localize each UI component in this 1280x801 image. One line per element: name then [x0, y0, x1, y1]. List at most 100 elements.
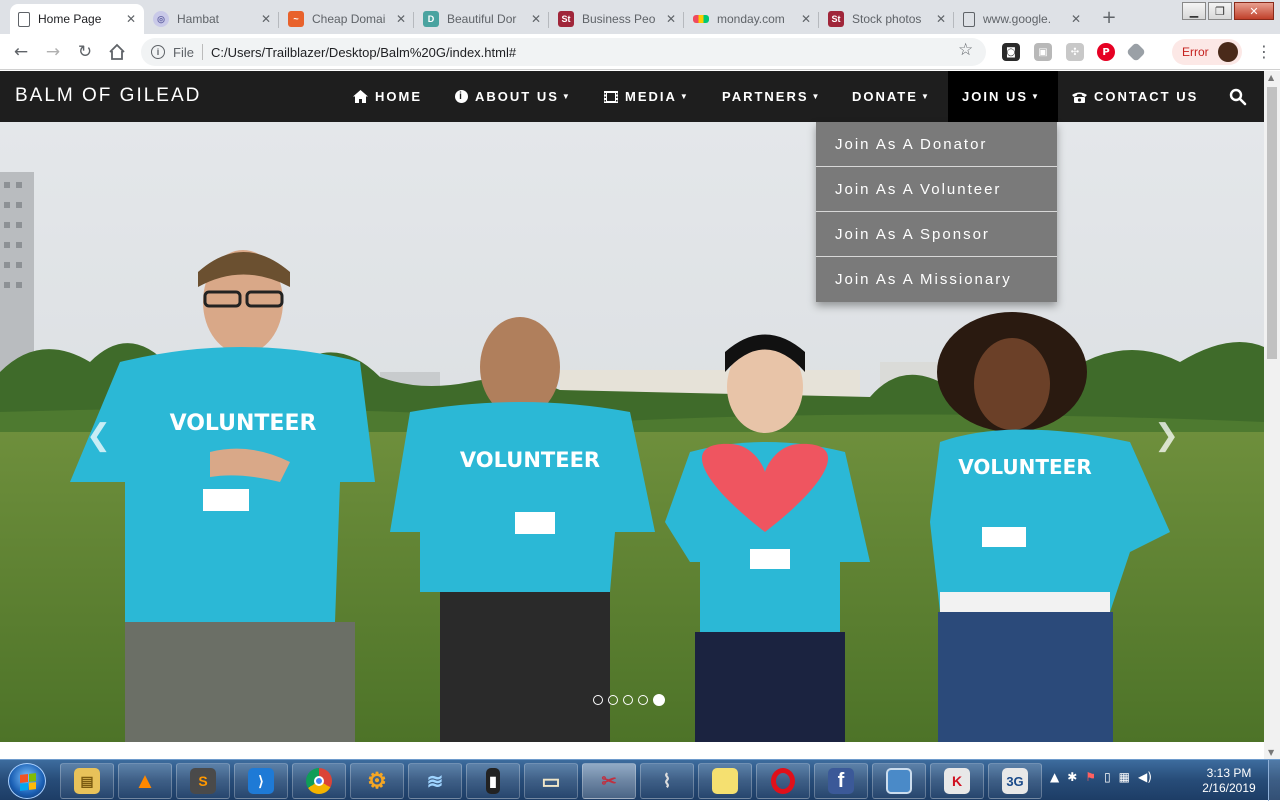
browser-menu-icon[interactable]: ⋮ [1256, 42, 1272, 61]
dropdown-item-sponsor[interactable]: Join As A Sponsor [816, 212, 1057, 257]
home-button[interactable] [106, 41, 128, 63]
scroll-up-icon[interactable]: ▲ [1268, 73, 1274, 82]
taskbar-vscode[interactable]: ⟩ [234, 763, 288, 799]
avatar [1218, 42, 1238, 62]
browser-tab-stock-photos[interactable]: St Stock photos ✕ [820, 4, 954, 34]
close-window-button[interactable]: ✕ [1234, 2, 1274, 20]
device-icon[interactable]: ▯ [1104, 770, 1111, 784]
carousel-next-arrow[interactable]: ❯ [1154, 418, 1179, 453]
carousel-dot-3[interactable] [623, 695, 633, 705]
new-tab-button[interactable]: + [1096, 6, 1122, 28]
site-info-icon[interactable]: i [151, 45, 165, 59]
extension-diamond-icon[interactable] [1126, 42, 1146, 62]
sticky-notes-icon [712, 768, 738, 794]
nav-label: JOIN US [962, 89, 1029, 104]
close-tab-icon[interactable]: ✕ [261, 12, 271, 26]
dropdown-item-missionary[interactable]: Join As A Missionary [816, 257, 1057, 302]
taskbar-wings[interactable]: ≋ [408, 763, 462, 799]
extension-puzzle-icon[interactable]: ✣ [1066, 43, 1084, 61]
taskbar-facebook[interactable]: f [814, 763, 868, 799]
profile-error-button[interactable]: Error [1172, 39, 1242, 65]
carousel-dot-4[interactable] [638, 695, 648, 705]
start-button[interactable] [8, 763, 46, 799]
taskbar-opera[interactable] [756, 763, 810, 799]
minimize-button[interactable]: ▁ [1182, 2, 1206, 20]
taskbar-usb[interactable]: ▮ [466, 763, 520, 799]
restore-button[interactable]: ❐ [1208, 2, 1232, 20]
close-tab-icon[interactable]: ✕ [936, 12, 946, 26]
nav-contact-us[interactable]: CONTACT US [1058, 71, 1212, 122]
reload-button[interactable]: ↻ [74, 41, 96, 63]
taskbar-microphone[interactable]: ⌇ [640, 763, 694, 799]
extension-lock-icon[interactable]: ▣ [1034, 43, 1052, 61]
bluetooth-icon[interactable]: ✱ [1067, 770, 1077, 784]
page-icon [963, 11, 975, 27]
carousel-dot-2[interactable] [608, 695, 618, 705]
taskbar-settings[interactable]: ⚙ [350, 763, 404, 799]
nav-donate[interactable]: DONATE ▼ [838, 71, 945, 122]
volume-icon[interactable]: ◀) [1138, 770, 1152, 784]
taskbar-file-explorer[interactable]: ▤ [60, 763, 114, 799]
tab-title: Business Peo [582, 12, 656, 26]
action-center-flag-icon[interactable]: ⚑ [1085, 770, 1096, 784]
search-icon[interactable] [1228, 87, 1248, 107]
tab-title: monday.com [717, 12, 785, 26]
film-icon [604, 90, 618, 103]
dropdown-item-donator[interactable]: Join As A Donator [816, 122, 1057, 167]
show-hidden-icons-icon[interactable]: ▲ [1050, 770, 1059, 784]
scroll-down-icon[interactable]: ▼ [1268, 748, 1274, 757]
close-tab-icon[interactable]: ✕ [126, 12, 136, 26]
taskbar-sticky-notes[interactable] [698, 763, 752, 799]
extension-glasses-icon[interactable]: ◙ [1002, 43, 1020, 61]
close-tab-icon[interactable]: ✕ [1071, 12, 1081, 26]
book-icon: ▭ [541, 770, 561, 793]
page-viewport: VOLUNTEER VOLUNTEER VOLUNTEER ❮ ❯ BALM O… [0, 71, 1280, 759]
browser-tab-beautiful[interactable]: D Beautiful Dor ✕ [415, 4, 549, 34]
browser-tab-google[interactable]: www.google. ✕ [955, 4, 1089, 34]
shirt-text: VOLUNTEER [460, 448, 600, 472]
volunteers-photo: VOLUNTEER VOLUNTEER VOLUNTEER [0, 122, 1264, 742]
taskbar-vlc[interactable]: ▲ [118, 763, 172, 799]
close-tab-icon[interactable]: ✕ [801, 12, 811, 26]
browser-tab-monday[interactable]: monday.com ✕ [685, 4, 819, 34]
close-tab-icon[interactable]: ✕ [666, 12, 676, 26]
dropdown-item-volunteer[interactable]: Join As A Volunteer [816, 167, 1057, 212]
nav-home[interactable]: HOME [339, 71, 436, 122]
taskbar-chrome[interactable] [292, 763, 346, 799]
carousel-dot-1[interactable] [593, 695, 603, 705]
browser-tab-business-people[interactable]: St Business Peo ✕ [550, 4, 684, 34]
shirt-text: VOLUNTEER [170, 411, 317, 436]
browser-tab-home-page[interactable]: Home Page ✕ [10, 4, 144, 34]
site-brand[interactable]: BALM OF GILEAD [15, 85, 201, 107]
address-bar[interactable]: i File C:/Users/Trailblazer/Desktop/Balm… [141, 38, 986, 66]
close-tab-icon[interactable]: ✕ [531, 12, 541, 26]
browser-tab-hambat[interactable]: ◎ Hambat ✕ [145, 4, 279, 34]
taskbar-sublime[interactable]: S [176, 763, 230, 799]
carousel-indicators [593, 694, 665, 706]
stock-st-icon: St [558, 11, 574, 27]
carousel-dot-5[interactable] [653, 694, 665, 706]
taskbar-display[interactable] [872, 763, 926, 799]
nav-partners[interactable]: PARTNERS ▼ [708, 71, 835, 122]
carousel-prev-arrow[interactable]: ❮ [86, 418, 111, 453]
network-3g-icon: 3G [1002, 768, 1028, 794]
back-button[interactable]: ← [10, 41, 32, 63]
show-desktop-button[interactable] [1268, 760, 1280, 801]
forward-button[interactable]: → [42, 41, 64, 63]
nav-media[interactable]: MEDIA ▼ [590, 71, 704, 122]
bookmark-star-icon[interactable]: ☆ [958, 40, 973, 60]
network-icon[interactable]: ▦ [1119, 770, 1130, 784]
taskbar-3g-network[interactable]: 3G [988, 763, 1042, 799]
scrollbar-thumb[interactable] [1267, 87, 1277, 359]
close-tab-icon[interactable]: ✕ [396, 12, 406, 26]
join-us-dropdown: Join As A Donator Join As A Volunteer Jo… [816, 122, 1057, 302]
nav-join-us[interactable]: JOIN US ▼ [948, 71, 1058, 122]
pinterest-icon[interactable]: P [1097, 43, 1115, 61]
page-scrollbar[interactable]: ▲ ▼ [1264, 71, 1280, 759]
taskbar-snipping-tool[interactable]: ✂ [582, 763, 636, 799]
browser-tab-namecheap[interactable]: ~ Cheap Domai ✕ [280, 4, 414, 34]
taskbar-kaspersky[interactable]: K [930, 763, 984, 799]
nav-about-us[interactable]: i ABOUT US ▼ [441, 71, 586, 122]
taskbar-book[interactable]: ▭ [524, 763, 578, 799]
taskbar-clock[interactable]: 3:13 PM 2/16/2019 [1196, 766, 1262, 796]
